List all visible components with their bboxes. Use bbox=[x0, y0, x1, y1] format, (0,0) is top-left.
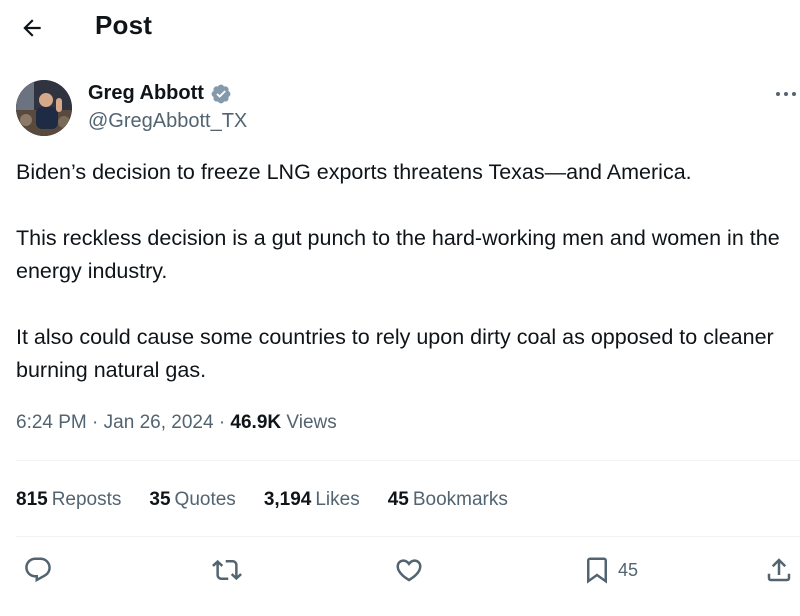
author-handle[interactable]: @GregAbbott_TX bbox=[88, 110, 247, 133]
more-options-button[interactable] bbox=[772, 80, 800, 108]
tweet-time[interactable]: 6:24 PM bbox=[16, 412, 87, 433]
views-label: Views bbox=[286, 412, 337, 433]
divider bbox=[16, 536, 800, 537]
tweet-meta: 6:24 PM · Jan 26, 2024 · 46.9K Views bbox=[16, 412, 337, 434]
bookmarks-label: Bookmarks bbox=[412, 489, 508, 510]
quotes-stat[interactable]: 35 Quotes bbox=[149, 489, 235, 511]
page-title: Post bbox=[95, 10, 153, 40]
meta-separator: · bbox=[218, 412, 226, 433]
reposts-stat[interactable]: 815 Reposts bbox=[16, 489, 121, 511]
heart-icon bbox=[396, 559, 422, 582]
share-icon bbox=[767, 558, 791, 582]
meta-separator: · bbox=[92, 412, 99, 433]
reply-icon bbox=[25, 557, 51, 583]
bookmarks-count: 45 bbox=[387, 489, 409, 510]
more-icon bbox=[776, 92, 796, 96]
tweet-paragraph: Biden’s decision to freeze LNG exports t… bbox=[16, 160, 692, 184]
share-button[interactable] bbox=[764, 554, 794, 586]
bookmark-icon bbox=[587, 557, 607, 584]
author-name[interactable]: Greg Abbott bbox=[88, 82, 232, 105]
likes-stat[interactable]: 3,194 Likes bbox=[264, 489, 360, 511]
quotes-label: Quotes bbox=[174, 489, 236, 510]
views-count: 46.9K bbox=[230, 412, 282, 433]
action-bar: 45 bbox=[0, 550, 800, 590]
bookmark-count: 45 bbox=[618, 559, 639, 580]
back-button[interactable] bbox=[14, 10, 50, 46]
likes-count: 3,194 bbox=[263, 489, 312, 510]
reply-button[interactable] bbox=[23, 554, 53, 586]
tweet-text: Biden’s decision to freeze LNG exports t… bbox=[16, 156, 796, 387]
avatar[interactable] bbox=[16, 80, 72, 136]
tweet-date[interactable]: Jan 26, 2024 bbox=[104, 412, 214, 433]
verified-badge-icon bbox=[210, 83, 232, 105]
divider bbox=[16, 460, 800, 461]
repost-icon bbox=[212, 559, 242, 581]
reposts-label: Reposts bbox=[51, 489, 122, 510]
likes-label: Likes bbox=[315, 489, 360, 510]
like-button[interactable] bbox=[394, 554, 424, 586]
bookmark-button[interactable]: 45 bbox=[582, 554, 638, 586]
author-name-text[interactable]: Greg Abbott bbox=[88, 82, 204, 105]
engagement-stats: 815 Reposts 35 Quotes 3,194 Likes 45 Bookmar… bbox=[16, 486, 536, 514]
repost-button[interactable] bbox=[212, 554, 242, 586]
arrow-left-icon bbox=[23, 19, 41, 37]
reposts-count: 815 bbox=[16, 489, 48, 510]
tweet-paragraph: It also could cause some countries to re… bbox=[16, 325, 774, 382]
quotes-count: 35 bbox=[149, 489, 171, 510]
tweet-paragraph: This reckless decision is a gut punch to… bbox=[16, 226, 780, 283]
bookmarks-stat[interactable]: 45 Bookmarks bbox=[388, 489, 508, 511]
top-bar: Post bbox=[0, 0, 800, 56]
